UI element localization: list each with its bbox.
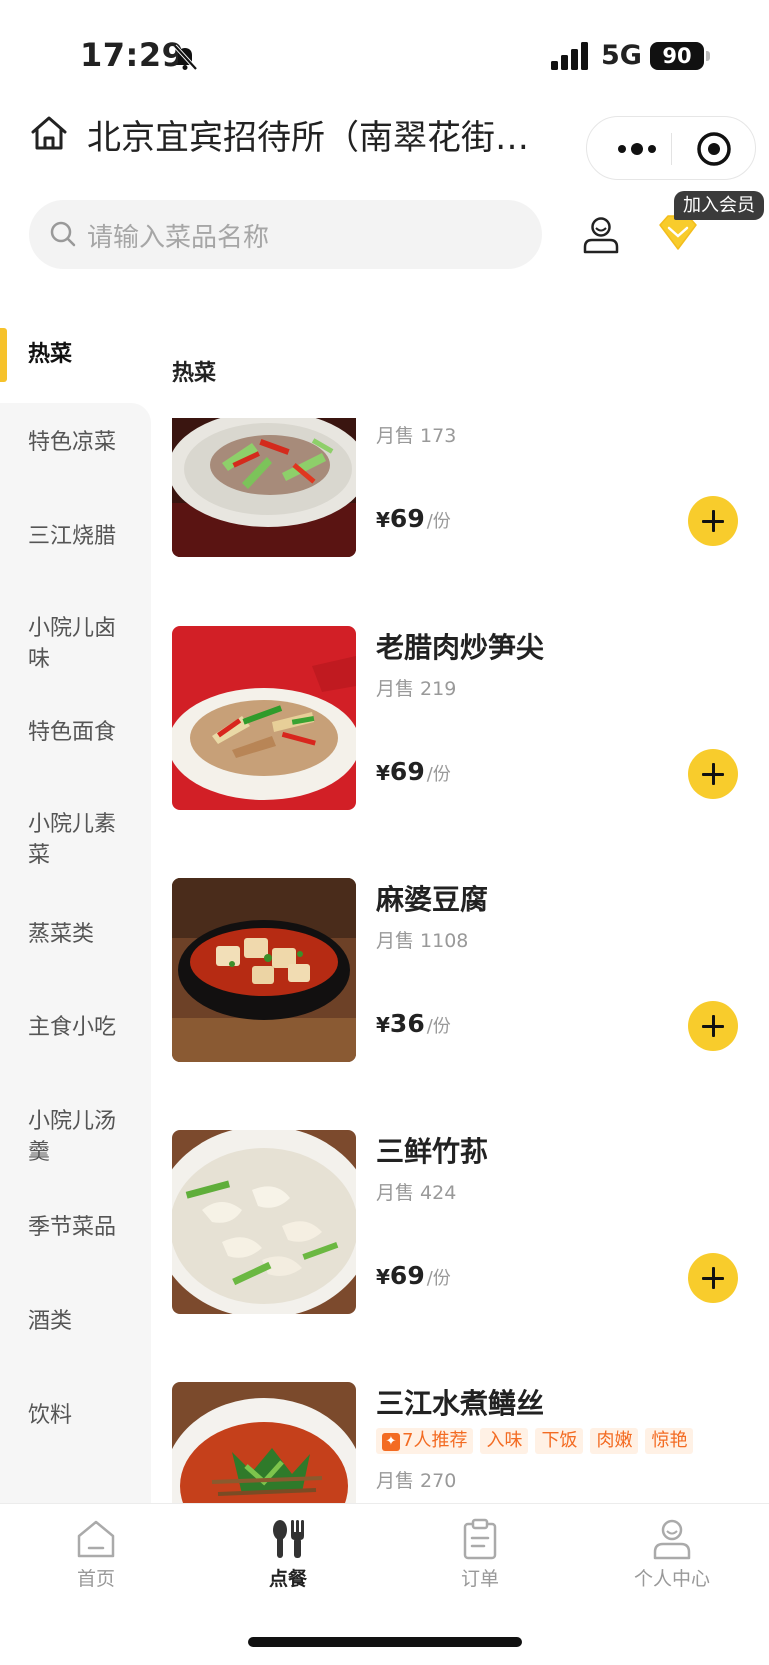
price-unit: /份 — [426, 764, 451, 785]
sidebar-item-bbq[interactable]: 三江烧腊 — [0, 521, 151, 552]
sidebar-item-liquor[interactable]: 酒类 — [0, 1306, 151, 1337]
dish-tags: ✦ 7人推荐 入味 下饭 肉嫩 惊艳 — [376, 1428, 700, 1454]
section-title: 热菜 — [172, 361, 217, 386]
add-to-cart-button[interactable] — [688, 496, 738, 546]
recommend-tag: ✦ 7人推荐 — [376, 1428, 474, 1454]
battery-level: 90 — [650, 42, 704, 70]
recommend-count: 7人推荐 — [402, 1430, 468, 1451]
add-to-cart-button[interactable] — [688, 1001, 738, 1051]
sidebar-item-seasonal[interactable]: 季节菜品 — [0, 1212, 151, 1243]
battery-icon — [706, 51, 710, 61]
dish-tag: 下饭 — [535, 1428, 584, 1454]
tab-label: 点餐 — [268, 1568, 307, 1590]
bell-muted-icon — [173, 44, 198, 71]
dish-name: 麻婆豆腐 — [376, 883, 489, 916]
dish-price: ¥36/份 — [376, 1009, 451, 1038]
page-title: 北京宜宾招待所（南翠花街… — [87, 118, 529, 158]
dish-sales: 月售 219 — [376, 678, 457, 700]
search-placeholder: 请输入菜品名称 — [87, 223, 270, 253]
dish-sales: 月售 173 — [376, 425, 457, 447]
dish-card[interactable]: 麻婆豆腐 月售 1108 ¥36/份 — [172, 878, 752, 1062]
mini-program-capsule — [586, 116, 756, 180]
dish-card[interactable]: 月售 173 ¥69/份 — [172, 418, 752, 557]
price-unit: /份 — [426, 1016, 451, 1037]
dish-price: ¥69/份 — [376, 504, 451, 533]
sidebar-item-braised[interactable]: 小院儿卤味 — [0, 613, 151, 675]
price-unit: /份 — [426, 1268, 451, 1289]
tab-profile[interactable]: 个人中心 — [576, 1504, 768, 1604]
status-bar: 17:29 5G 90 — [0, 0, 769, 100]
dish-image — [172, 626, 356, 810]
tab-label: 订单 — [460, 1568, 499, 1590]
sidebar-item-vegetables[interactable]: 小院儿素菜 — [0, 809, 151, 871]
price-value: 69 — [389, 504, 425, 533]
sidebar-item-soups[interactable]: 小院儿汤羹 — [0, 1106, 151, 1168]
dish-image — [172, 418, 356, 557]
network-type: 5G — [601, 40, 642, 71]
price-unit: /份 — [426, 511, 451, 532]
search-icon — [50, 221, 76, 247]
tab-home[interactable]: 首页 — [0, 1504, 192, 1604]
dish-price: ¥69/份 — [376, 1261, 451, 1290]
dish-name: 老腊肉炒笋尖 — [376, 631, 545, 664]
dish-name: 三江水煮鳝丝 — [376, 1387, 545, 1420]
signal-icon — [551, 42, 588, 70]
dish-sales: 月售 424 — [376, 1182, 457, 1204]
dish-tag: 惊艳 — [645, 1428, 694, 1454]
more-icon[interactable] — [612, 133, 672, 165]
dish-sales: 月售 270 — [376, 1470, 457, 1492]
price-currency: ¥ — [376, 508, 390, 532]
tab-label: 首页 — [76, 1568, 115, 1590]
dish-card[interactable]: 三江水煮鳝丝 ✦ 7人推荐 入味 下饭 肉嫩 惊艳 月售 270 — [172, 1382, 752, 1503]
add-to-cart-button[interactable] — [688, 1253, 738, 1303]
status-time: 17:29 — [80, 36, 185, 74]
sidebar-active-curve — [0, 403, 151, 423]
close-target-icon[interactable] — [695, 130, 733, 168]
tab-order-food[interactable]: 点餐 — [192, 1504, 384, 1604]
sidebar-item-noodles[interactable]: 特色面食 — [0, 717, 151, 748]
home-icon[interactable] — [28, 112, 70, 154]
dish-tag: 肉嫩 — [590, 1428, 639, 1454]
price-currency: ¥ — [376, 1265, 390, 1289]
dish-image — [172, 878, 356, 1062]
dish-card[interactable]: 三鲜竹荪 月售 424 ¥69/份 — [172, 1130, 752, 1314]
profile-icon — [653, 1519, 691, 1560]
home-tab-icon — [77, 1520, 115, 1558]
dish-image — [172, 1130, 356, 1314]
add-to-cart-button[interactable] — [688, 749, 738, 799]
sidebar-item-steamed[interactable]: 蒸菜类 — [0, 919, 151, 950]
user-icon[interactable] — [580, 214, 622, 256]
home-indicator — [248, 1637, 522, 1647]
cutlery-icon — [273, 1520, 304, 1558]
dish-name: 三鲜竹荪 — [376, 1135, 489, 1168]
tab-label: 个人中心 — [633, 1568, 710, 1590]
sidebar-item-drinks[interactable]: 饮料 — [0, 1400, 151, 1431]
sidebar-item-cold-dishes[interactable]: 特色凉菜 — [0, 427, 151, 458]
sidebar-item-hot-dishes[interactable]: 热菜 — [0, 339, 151, 370]
tab-orders[interactable]: 订单 — [384, 1504, 576, 1604]
category-sidebar: 热菜 特色凉菜 三江烧腊 小院儿卤味 特色面食 小院儿素菜 蒸菜类 主食小吃 小… — [0, 318, 151, 1503]
dish-card[interactable]: 老腊肉炒笋尖 月售 219 ¥69/份 — [172, 626, 752, 810]
price-currency: ¥ — [376, 761, 390, 785]
dish-image — [172, 1382, 356, 1503]
price-value: 69 — [389, 1261, 425, 1290]
dish-price: ¥69/份 — [376, 757, 451, 786]
recommend-icon: ✦ — [382, 1433, 400, 1451]
join-member-badge[interactable]: 加入会员 — [674, 191, 764, 220]
capsule-divider — [671, 133, 672, 165]
price-value: 36 — [389, 1009, 425, 1038]
search-bar[interactable]: 请输入菜品名称 — [29, 200, 542, 269]
dish-list: 月售 173 ¥69/份 老腊肉炒笋尖 月售 219 ¥69 /份 麻婆豆腐 月… — [151, 418, 769, 1503]
dish-content: 热菜 月售 173 ¥69 /份 老腊肉炒笋尖 月售 219 ¥69 /份 麻婆… — [151, 318, 769, 1503]
title-bar: 北京宜宾招待所（南翠花街… — [0, 100, 769, 190]
dish-tag: 入味 — [480, 1428, 529, 1454]
price-currency: ¥ — [376, 1013, 390, 1037]
dish-sales: 月售 1108 — [376, 930, 469, 952]
clipboard-icon — [463, 1518, 497, 1560]
price-value: 69 — [389, 757, 425, 786]
sidebar-item-staples[interactable]: 主食小吃 — [0, 1012, 151, 1043]
